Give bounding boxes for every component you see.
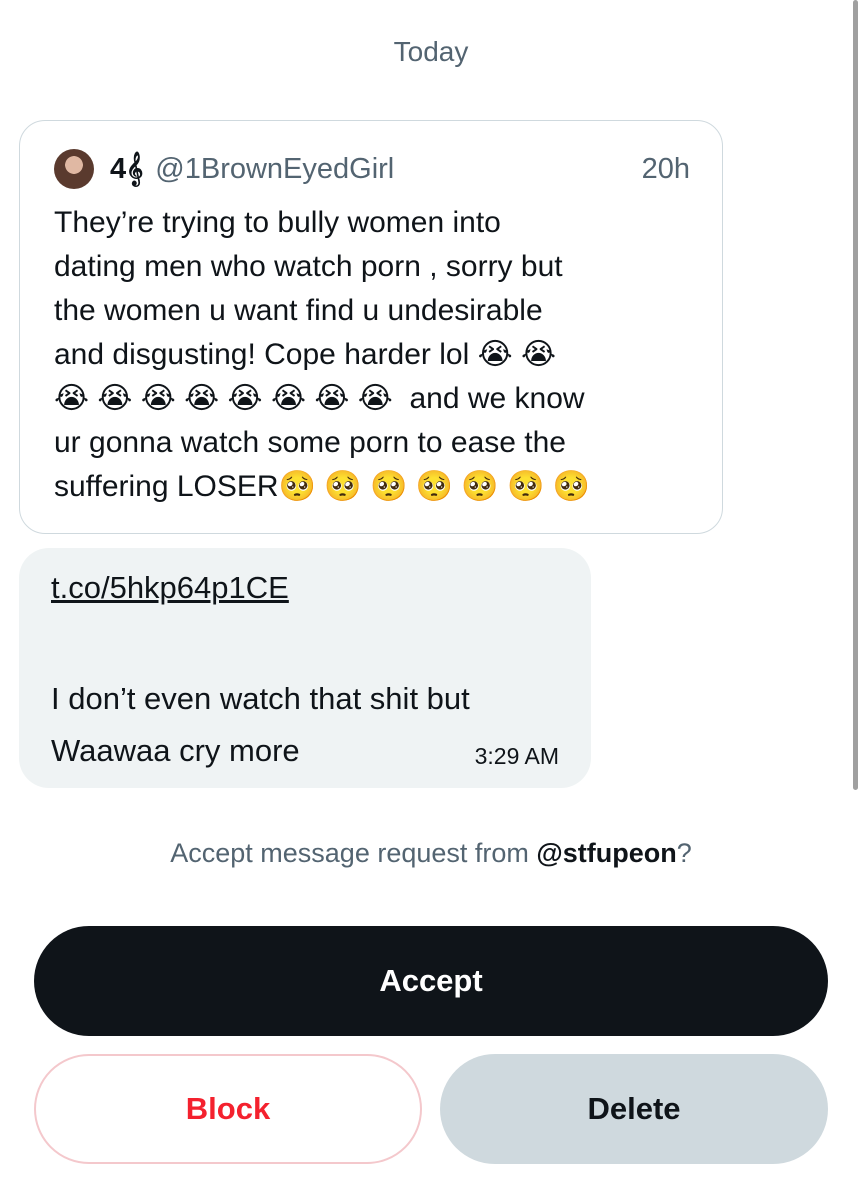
tweet-time: 20h <box>641 152 690 185</box>
block-button-label: Block <box>185 1091 271 1126</box>
quoted-tweet-card[interactable]: 4𝄞 @1BrownEyedGirl 20h They’re trying to… <box>19 120 723 534</box>
message-request-prompt: Accept message request from @stfupeon? <box>0 838 862 869</box>
scrollbar[interactable] <box>853 0 858 790</box>
request-username[interactable]: @stfupeon <box>536 838 676 868</box>
message-timestamp: 3:29 AM <box>474 743 559 769</box>
user-handle: @1BrownEyedGirl <box>155 152 395 185</box>
request-prompt-prefix: Accept message request from <box>170 838 537 868</box>
quoted-tweet-header: 4𝄞 @1BrownEyedGirl 20h <box>54 149 690 189</box>
tweet-text: They’re trying to bully women into datin… <box>54 206 591 503</box>
display-name: 4𝄞 <box>110 152 144 185</box>
date-separator: Today <box>393 36 469 67</box>
block-button[interactable]: Block <box>34 1054 422 1164</box>
dm-conversation: Today 4𝄞 @1BrownEyedGirl 20h They’re try… <box>0 0 862 1199</box>
message-bubble: t.co/5hkp64p1CE I don’t even watch that … <box>19 548 591 788</box>
delete-button-label: Delete <box>587 1091 681 1126</box>
delete-button[interactable]: Delete <box>440 1054 828 1164</box>
request-prompt-suffix: ? <box>676 838 692 868</box>
message-link[interactable]: t.co/5hkp64p1CE <box>51 570 289 606</box>
accept-button-label: Accept <box>379 963 483 998</box>
accept-button[interactable]: Accept <box>34 926 828 1036</box>
avatar[interactable] <box>54 149 94 189</box>
